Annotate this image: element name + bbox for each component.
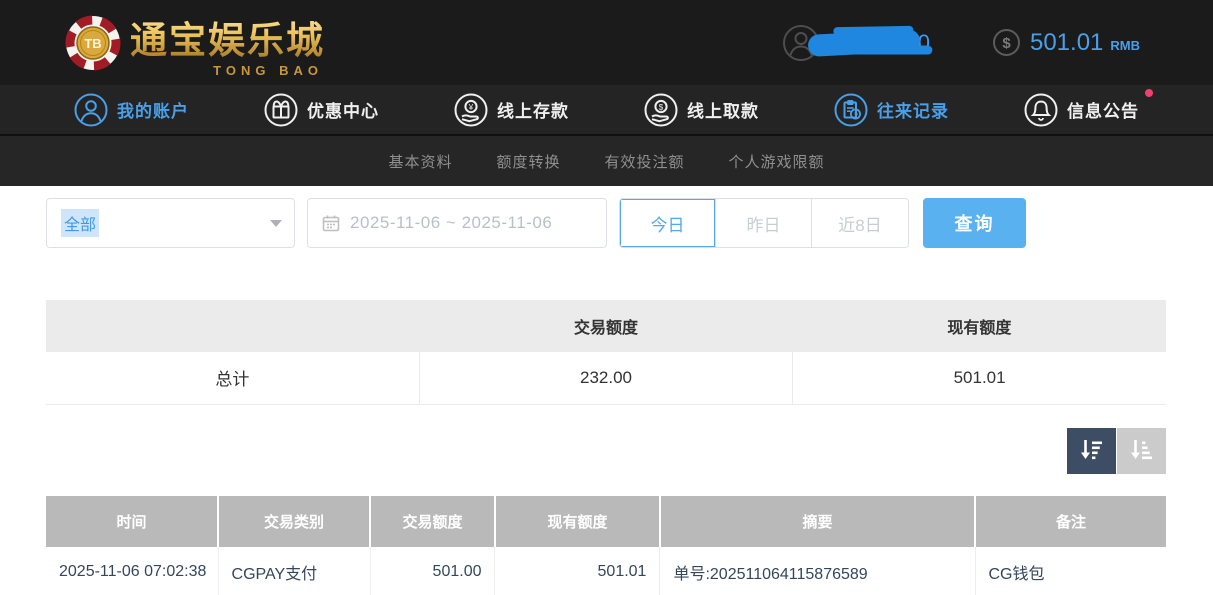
site-logo[interactable]: TB 通宝娱乐城 TONG BAO bbox=[64, 10, 325, 76]
account-subnav: 基本资料 额度转换 有效投注额 个人游戏限额 bbox=[0, 136, 1213, 186]
nav-item-promotions[interactable]: 优惠中心 bbox=[264, 93, 379, 127]
nav-item-withdraw[interactable]: $ 线上取款 bbox=[644, 93, 759, 127]
summary-table: 交易额度 现有额度 总计 232.00 501.01 bbox=[46, 300, 1166, 405]
last-8-days-button[interactable]: 近8日 bbox=[812, 199, 908, 247]
user-icon bbox=[74, 93, 108, 127]
yesterday-button[interactable]: 昨日 bbox=[716, 199, 812, 247]
subnav-item-personal-game-limit[interactable]: 个人游戏限额 bbox=[729, 151, 825, 172]
site-title: 通宝娱乐城 bbox=[130, 10, 325, 64]
summary-header-empty bbox=[46, 300, 419, 352]
records-header-type: 交易类别 bbox=[218, 496, 370, 547]
nav-item-my-account[interactable]: 我的账户 bbox=[74, 93, 189, 127]
date-range-value: 2025-11-06 ~ 2025-11-06 bbox=[350, 213, 552, 233]
records-clipboard-icon bbox=[834, 93, 868, 127]
chevron-down-icon bbox=[270, 220, 282, 227]
filter-toolbar: 全部 2025-11-06 ~ 2025-11-06 今日 昨日 近8日 查询 bbox=[46, 198, 1166, 248]
table-row: 2025-11-06 07:02:38 CGPAY支付 501.00 501.0… bbox=[46, 547, 1166, 595]
nav-item-transaction-records[interactable]: 往来记录 bbox=[834, 93, 949, 127]
balance-currency: RMB bbox=[1110, 32, 1140, 53]
balance-amount: 501.01 bbox=[1030, 29, 1103, 57]
record-amount: 501.00 bbox=[370, 547, 495, 595]
nav-item-announcements[interactable]: 信息公告 bbox=[1024, 93, 1139, 127]
balance-display[interactable]: $ 501.01 RMB bbox=[992, 28, 1140, 57]
nav-item-deposit[interactable]: ¥ 线上存款 bbox=[454, 93, 569, 127]
records-header-amount: 交易额度 bbox=[370, 496, 495, 547]
calendar-icon bbox=[322, 214, 340, 232]
record-note: CG钱包 bbox=[975, 547, 1166, 595]
svg-text:¥: ¥ bbox=[468, 102, 474, 111]
sort-descending-button[interactable] bbox=[1067, 428, 1116, 474]
records-header-time: 时间 bbox=[46, 496, 218, 547]
deposit-coin-icon: ¥ bbox=[454, 93, 488, 127]
site-title-block: 通宝娱乐城 TONG BAO bbox=[130, 10, 325, 76]
notification-dot bbox=[1145, 89, 1153, 97]
records-table: 时间 交易类别 交易额度 现有额度 摘要 备注 2025-11-06 07:02… bbox=[46, 496, 1166, 595]
transaction-type-select[interactable]: 全部 bbox=[46, 198, 295, 248]
record-type: CGPAY支付 bbox=[218, 547, 370, 595]
summary-header-row: 交易额度 现有额度 bbox=[46, 300, 1166, 352]
svg-text:$: $ bbox=[1002, 35, 1011, 52]
record-summary: 单号:202511064115876589 bbox=[660, 547, 975, 595]
bell-icon bbox=[1024, 93, 1058, 127]
record-balance: 501.01 bbox=[495, 547, 660, 595]
subnav-item-basic-info[interactable]: 基本资料 bbox=[388, 151, 452, 172]
dollar-icon: $ bbox=[992, 28, 1021, 57]
records-header-note: 备注 bbox=[975, 496, 1166, 547]
summary-header-balance: 现有额度 bbox=[793, 300, 1166, 352]
main-navigation: 我的账户 优惠中心 ¥ 线上存款 bbox=[0, 85, 1213, 136]
poker-chip-logo-icon: TB bbox=[64, 14, 122, 72]
redacted-username-scribble bbox=[807, 29, 920, 57]
svg-text:$: $ bbox=[659, 102, 664, 111]
sort-ascending-button[interactable] bbox=[1117, 428, 1166, 474]
gift-icon bbox=[264, 93, 298, 127]
selected-type-value: 全部 bbox=[61, 209, 99, 237]
records-header-row: 时间 交易类别 交易额度 现有额度 摘要 备注 bbox=[46, 496, 1166, 547]
withdraw-coin-icon: $ bbox=[644, 93, 678, 127]
records-header-summary: 摘要 bbox=[660, 496, 975, 547]
site-subtitle: TONG BAO bbox=[213, 63, 323, 78]
subnav-item-valid-bets[interactable]: 有效投注额 bbox=[605, 151, 685, 172]
summary-total-transaction: 232.00 bbox=[419, 352, 792, 404]
today-button[interactable]: 今日 bbox=[620, 199, 716, 247]
date-range-input[interactable]: 2025-11-06 ~ 2025-11-06 bbox=[307, 198, 607, 248]
summary-total-row: 总计 232.00 501.01 bbox=[46, 352, 1166, 404]
search-button[interactable]: 查询 bbox=[923, 198, 1026, 248]
summary-total-balance: 501.01 bbox=[793, 352, 1166, 404]
subnav-item-credit-transfer[interactable]: 额度转换 bbox=[496, 151, 560, 172]
top-header: TB 通宝娱乐城 TONG BAO 0 $ 501.01 RMB bbox=[0, 0, 1213, 85]
summary-header-transaction: 交易额度 bbox=[419, 300, 792, 352]
summary-total-label: 总计 bbox=[46, 352, 419, 404]
username-display[interactable]: 0 bbox=[782, 24, 930, 62]
quick-date-button-group: 今日 昨日 近8日 bbox=[619, 198, 909, 248]
records-header-balance: 现有额度 bbox=[495, 496, 660, 547]
main-content: 全部 2025-11-06 ~ 2025-11-06 今日 昨日 近8日 查询 bbox=[0, 198, 1213, 595]
svg-text:TB: TB bbox=[84, 36, 101, 51]
record-time: 2025-11-06 07:02:38 bbox=[46, 547, 218, 595]
sort-toolbar bbox=[46, 428, 1166, 474]
